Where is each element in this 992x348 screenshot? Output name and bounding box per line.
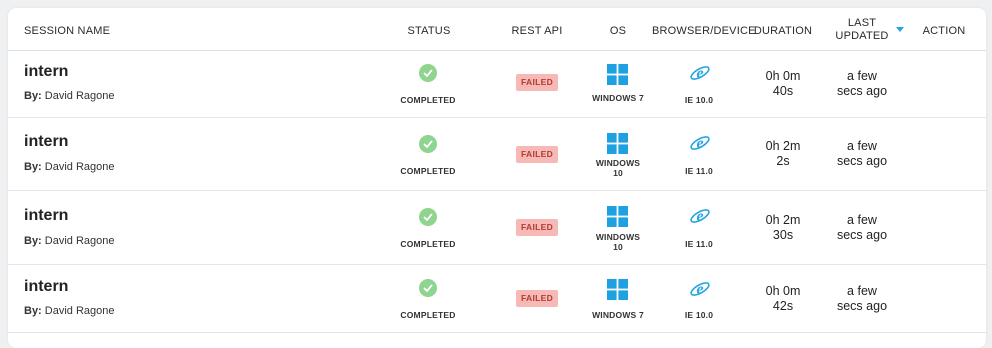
- browser-label: IE 11.0: [685, 166, 713, 176]
- duration-value: 0h 0m 40s: [750, 69, 816, 99]
- rest-api-failed-badge: FAILED: [516, 74, 559, 91]
- owner-name: David Ragone: [44, 305, 115, 317]
- browser-label: IE 11.0: [685, 239, 713, 249]
- column-header-last-updated-line2: UPDATED: [835, 30, 889, 42]
- os-label: WINDOWS 10: [583, 158, 653, 178]
- updated-line2: secs ago: [836, 154, 888, 168]
- browser-label: IE 10.0: [684, 310, 714, 320]
- internet-explorer-icon: e: [690, 208, 710, 225]
- owner-name: David Ragone: [44, 90, 115, 102]
- windows-icon: [607, 206, 628, 227]
- check-circle-icon: [419, 279, 437, 297]
- os-label: WINDOWS 7: [583, 93, 653, 103]
- column-header-rest-api[interactable]: REST API: [504, 25, 570, 38]
- rest-api-failed-badge: FAILED: [516, 219, 559, 236]
- duration-value: 0h 0m 42s: [750, 284, 816, 314]
- last-updated-value: a few secs ago: [828, 69, 896, 99]
- session-owner: By: David Ragone: [24, 235, 115, 247]
- duration-value: 0h 2m 30s: [750, 213, 816, 243]
- check-circle-icon: [419, 135, 437, 153]
- status-label: COMPLETED: [400, 239, 456, 249]
- check-circle-icon: [419, 208, 437, 226]
- status-label: COMPLETED: [400, 95, 456, 105]
- column-header-last-updated[interactable]: LAST UPDATED: [832, 17, 892, 43]
- updated-line1: a few: [847, 284, 877, 298]
- duration-value: 0h 2m 2s: [750, 139, 816, 169]
- caret-down-icon[interactable]: [896, 27, 904, 32]
- owner-label: By:: [24, 305, 42, 317]
- owner-name: David Ragone: [44, 235, 115, 247]
- table-row[interactable]: intern By: David Ragone COMPLETED FAILED…: [8, 51, 986, 118]
- owner-label: By:: [24, 161, 42, 173]
- rest-api-failed-badge: FAILED: [516, 290, 559, 307]
- browser-label: IE 10.0: [684, 95, 714, 105]
- session-owner: By: David Ragone: [24, 305, 115, 317]
- table-row[interactable]: intern By: David Ragone COMPLETED FAILED…: [8, 265, 986, 333]
- column-header-browser-device[interactable]: BROWSER/DEVICE: [652, 25, 755, 38]
- windows-icon: [607, 133, 628, 154]
- internet-explorer-icon: e: [690, 135, 710, 152]
- duration-line2: 42s: [772, 299, 794, 313]
- updated-line1: a few: [847, 213, 877, 227]
- column-header-duration[interactable]: DURATION: [750, 25, 816, 38]
- duration-line1: 0h 0m: [765, 284, 801, 298]
- updated-line1: a few: [847, 139, 877, 153]
- last-updated-value: a few secs ago: [828, 139, 896, 169]
- last-updated-value: a few secs ago: [828, 213, 896, 243]
- os-label-line1: WINDOWS: [595, 158, 641, 168]
- os-label-line1: WINDOWS: [595, 232, 641, 242]
- sessions-table: SESSION NAME STATUS REST API OS BROWSER/…: [8, 8, 986, 348]
- table-row[interactable]: intern By: David Ragone COMPLETED FAILED…: [8, 191, 986, 265]
- os-label-line2: 10: [613, 168, 623, 178]
- session-owner: By: David Ragone: [24, 90, 115, 102]
- os-label-line2: 10: [613, 242, 623, 252]
- status-label: COMPLETED: [400, 310, 456, 320]
- last-updated-value: a few secs ago: [828, 284, 896, 314]
- session-name[interactable]: intern: [24, 63, 68, 81]
- duration-line2: 2s: [776, 154, 790, 168]
- check-circle-icon: [419, 64, 437, 82]
- column-header-session-name[interactable]: SESSION NAME: [24, 25, 110, 38]
- windows-icon: [607, 279, 628, 300]
- os-label: WINDOWS 7: [583, 310, 653, 320]
- updated-line2: secs ago: [836, 84, 888, 98]
- owner-name: David Ragone: [44, 161, 115, 173]
- session-owner: By: David Ragone: [24, 161, 115, 173]
- rest-api-failed-badge: FAILED: [516, 146, 559, 163]
- svg-text:e: e: [696, 135, 703, 152]
- session-name[interactable]: intern: [24, 278, 68, 296]
- column-header-action[interactable]: ACTION: [916, 25, 972, 38]
- session-name[interactable]: intern: [24, 207, 68, 225]
- owner-label: By:: [24, 90, 42, 102]
- session-name[interactable]: intern: [24, 133, 68, 151]
- table-row[interactable]: intern By: David Ragone COMPLETED FAILED…: [8, 118, 986, 191]
- duration-line2: 30s: [772, 228, 794, 242]
- duration-line2: 40s: [772, 84, 794, 98]
- updated-line1: a few: [847, 69, 877, 83]
- os-label: WINDOWS 10: [583, 232, 653, 252]
- duration-line1: 0h 2m: [765, 139, 801, 153]
- updated-line2: secs ago: [836, 299, 888, 313]
- internet-explorer-icon: e: [690, 281, 710, 298]
- column-header-status[interactable]: STATUS: [396, 25, 462, 38]
- updated-line2: secs ago: [836, 228, 888, 242]
- status-label: COMPLETED: [400, 166, 456, 176]
- os-label-line1: WINDOWS 7: [592, 310, 644, 320]
- duration-line1: 0h 2m: [765, 213, 801, 227]
- svg-text:e: e: [696, 281, 703, 298]
- duration-line1: 0h 0m: [765, 69, 801, 83]
- os-label-line1: WINDOWS 7: [592, 93, 644, 103]
- column-header-os[interactable]: OS: [603, 25, 633, 38]
- table-header: SESSION NAME STATUS REST API OS BROWSER/…: [8, 8, 986, 51]
- column-header-last-updated-line1: LAST: [847, 17, 877, 29]
- owner-label: By:: [24, 235, 42, 247]
- internet-explorer-icon: e: [690, 65, 710, 82]
- windows-icon: [607, 64, 628, 85]
- svg-text:e: e: [696, 208, 703, 225]
- svg-text:e: e: [696, 65, 703, 82]
